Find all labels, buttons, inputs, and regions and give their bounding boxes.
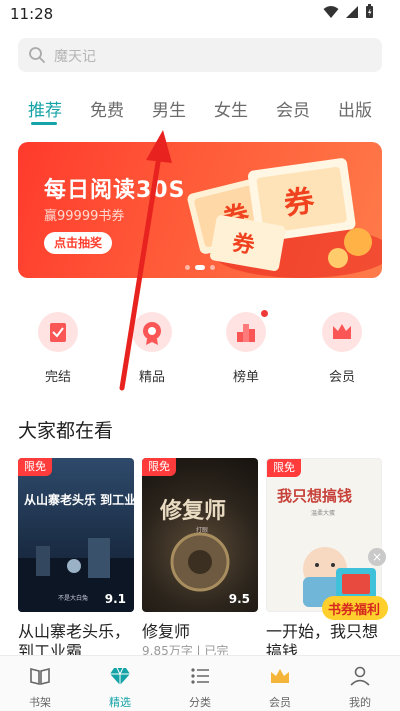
crown-icon (271, 669, 289, 683)
quick-links: 完结 精品 榜单 会员 (0, 310, 400, 392)
book-cover: 修复师 打眼 限免 9.5 (142, 458, 258, 612)
cover-title: 从山寨老头乐 到工业霸主 (24, 492, 134, 507)
quick-label: 榜单 (232, 370, 259, 385)
search-icon (29, 47, 45, 63)
book-score: 9.5 (228, 592, 250, 606)
battery-icon (366, 4, 373, 18)
quick-label: 完结 (44, 370, 71, 385)
signal-icon (346, 5, 358, 18)
banner-pagination (185, 265, 215, 270)
finished-icon (38, 312, 78, 352)
book-title: 修复师 (142, 622, 191, 641)
free-badge: 限免 (267, 459, 301, 477)
status-time: 11:28 (10, 5, 54, 23)
search-bar[interactable]: 魔天记 (18, 38, 382, 72)
bookshelf-icon (30, 667, 50, 686)
gift-widget[interactable]: 书券福利 (318, 562, 392, 628)
tab-male[interactable]: 男生 (152, 96, 186, 121)
quick-finished[interactable]: 完结 (28, 312, 88, 385)
nav-profile[interactable]: 我的 (330, 664, 390, 710)
quick-quality[interactable]: 精品 (122, 312, 182, 385)
bottom-nav: 书架 精选 分类 会员 我的 (0, 655, 400, 711)
tab-female[interactable]: 女生 (214, 96, 248, 121)
quick-label: 会员 (328, 370, 355, 385)
free-badge: 限免 (142, 458, 176, 476)
book-cover: 从山寨老头乐 到工业霸主 不是大白兔 限免 9.1 (18, 458, 134, 612)
tab-publish[interactable]: 出版 (338, 96, 372, 121)
crown-icon (322, 312, 362, 352)
banner-cta-button[interactable]: 点击抽奖 (44, 232, 113, 254)
banner-title: 每日阅读30S (44, 178, 186, 203)
book-card[interactable]: 修复师 打眼 限免 9.5 修复师 9.85万字 | 已完 (142, 458, 258, 658)
ticket-text-2: 券 (282, 183, 318, 222)
nav-label: 书架 (29, 696, 51, 709)
wifi-icon (323, 5, 339, 18)
book-list: 从山寨老头乐 到工业霸主 不是大白兔 限免 9.1 从山寨老头乐，到工业霸 修复… (0, 458, 400, 658)
banner-dot (185, 265, 190, 270)
notification-dot (261, 310, 268, 317)
nav-label: 会员 (269, 696, 291, 709)
category-icon (191, 668, 209, 684)
cover-title: 我只想搞钱 (277, 487, 352, 505)
cover-author: 不是大白兔 (58, 594, 88, 602)
tab-member[interactable]: 会员 (276, 96, 310, 121)
nav-category[interactable]: 分类 (170, 664, 230, 710)
tab-active-indicator (31, 122, 57, 125)
nav-bookshelf[interactable]: 书架 (10, 664, 70, 710)
banner-dot-active (195, 265, 205, 270)
section-title: 大家都在看 (18, 420, 114, 442)
category-tabs: 推荐 免费 男生 女生 会员 出版 (0, 92, 400, 126)
quality-icon (132, 312, 172, 352)
quick-ranking[interactable]: 榜单 (216, 310, 276, 385)
book-card[interactable]: 从山寨老头乐 到工业霸主 不是大白兔 限免 9.1 从山寨老头乐，到工业霸 (18, 458, 134, 658)
status-bar: 11:28 (0, 0, 400, 28)
quick-label: 精品 (138, 370, 165, 385)
free-badge: 限免 (18, 458, 52, 476)
nav-featured[interactable]: 精选 (90, 664, 150, 710)
quick-member[interactable]: 会员 (312, 312, 372, 385)
book-title: 从山寨老头乐，到工业霸 (18, 622, 131, 658)
cover-title: 修复师 (159, 498, 226, 524)
profile-icon (350, 666, 370, 686)
nav-label: 分类 (189, 696, 211, 709)
search-placeholder: 魔天记 (54, 49, 96, 65)
cover-author: 打眼 (196, 526, 208, 534)
tab-free[interactable]: 免费 (90, 96, 124, 121)
banner-dot (210, 265, 215, 270)
cover-art: 修复师 打眼 (159, 498, 230, 592)
promo-banner[interactable]: 券 券 券 每日阅读30S 赢99999书券 点击抽奖 (18, 142, 382, 278)
nav-label: 精选 (109, 696, 131, 709)
book-score: 9.1 (104, 592, 126, 606)
banner-subtitle: 赢99999书券 (44, 209, 125, 224)
cover-art: 从山寨老头乐 到工业霸主 不是大白兔 (18, 492, 134, 612)
book-card[interactable]: 我只想搞钱 温柔大蛋 限免 一开始，我只想搞钱 (266, 458, 382, 658)
tab-recommend[interactable]: 推荐 (28, 96, 62, 121)
diamond-icon (110, 667, 130, 685)
nav-label: 我的 (349, 696, 371, 709)
ranking-icon (226, 310, 268, 352)
cover-author: 温柔大蛋 (311, 509, 335, 517)
gift-text: 书券福利 (328, 602, 380, 618)
status-icons (323, 4, 374, 19)
nav-member[interactable]: 会员 (250, 664, 310, 710)
ticket-illustration: 券 券 券 (187, 158, 382, 278)
